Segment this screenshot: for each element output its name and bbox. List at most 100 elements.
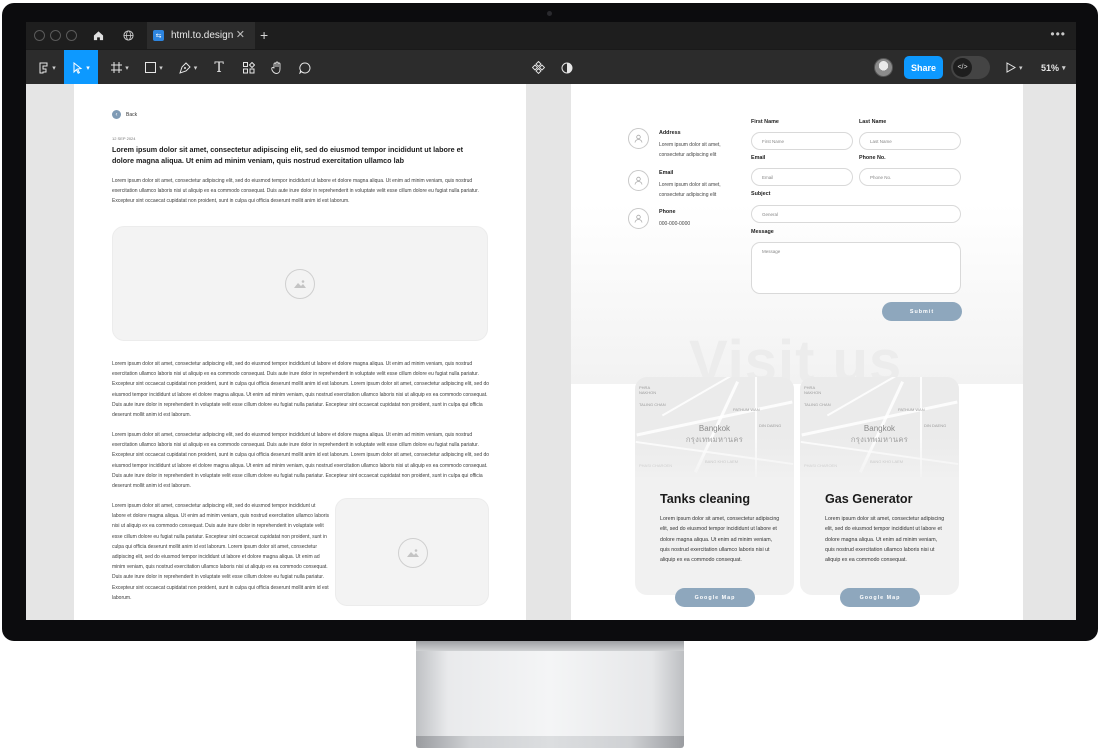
contrast-button[interactable] (556, 50, 578, 85)
stand-base (416, 736, 684, 748)
globe-icon (122, 30, 134, 41)
phone-text: 000-000-0000 (659, 221, 691, 227)
stand-hinge (416, 641, 684, 651)
map-label: TALING CHAN (804, 402, 831, 407)
components-icon (531, 61, 545, 74)
last-name-label: Last Name (859, 119, 887, 125)
monitor-bezel: ⇆ html.to.design ✕ + ••• ▾ ▾ ▾ ▾ ▾ T Sha… (2, 3, 1098, 641)
article-paragraph: Lorem ipsum dolor sit amet, consectetur … (112, 361, 490, 419)
first-name-label: First Name (751, 119, 779, 125)
screen: ⇆ html.to.design ✕ + ••• ▾ ▾ ▾ ▾ ▾ T Sha… (26, 22, 1076, 620)
toolbar: ▾ ▾ ▾ ▾ ▾ T Share </> ▾ 51% ▾ (26, 49, 1076, 85)
zoom-dropdown[interactable]: 51% ▾ (1041, 50, 1066, 85)
frame-icon (111, 62, 123, 73)
play-icon (1006, 62, 1016, 73)
plugin-icon: ⇆ (153, 30, 164, 41)
frame-tool-button[interactable]: ▾ (106, 50, 134, 85)
chevron-left-icon: ‹ (112, 110, 121, 119)
submit-button[interactable]: Submit (882, 302, 962, 321)
zoom-level: 51% (1041, 62, 1060, 73)
avatar[interactable] (874, 58, 893, 77)
user-icon (628, 128, 649, 149)
maximize-window-button[interactable] (66, 30, 77, 41)
email-field[interactable]: Email (751, 168, 853, 186)
map-label: PHRA NAKHON (804, 385, 822, 395)
location-card: PHRA NAKHON TALING CHAN PATHUM WAN DIN DA… (800, 377, 959, 595)
location-card: PHRA NAKHON TALING CHAN PATHUM WAN DIN DA… (635, 377, 794, 595)
present-button[interactable]: ▾ (1006, 50, 1023, 85)
pen-icon (178, 61, 191, 74)
comment-icon (299, 61, 311, 74)
title-bar: ⇆ html.to.design ✕ + ••• (26, 22, 1076, 49)
back-link[interactable]: ‹ Back (112, 110, 137, 119)
main-menu-icon (39, 62, 48, 73)
tab-html-to-design[interactable]: ⇆ html.to.design ✕ (147, 22, 255, 49)
pen-tool-button[interactable]: ▾ (174, 50, 202, 85)
code-icon: </> (953, 58, 972, 77)
article-paragraph: Lorem ipsum dolor sit amet, consectetur … (112, 503, 330, 601)
message-label: Message (751, 229, 774, 235)
email-label: Email (751, 155, 766, 161)
frame-blog-article[interactable]: ‹ Back 12 SEP 2024 Lorem ipsum dolor sit… (74, 84, 526, 620)
email-text: Lorem ipsum dolor sit amet, consectetur … (659, 182, 721, 198)
minimize-window-button[interactable] (50, 30, 61, 41)
text-tool-button[interactable]: T (208, 50, 230, 85)
new-tab-button[interactable]: + (260, 27, 268, 43)
design-canvas[interactable]: ‹ Back 12 SEP 2024 Lorem ipsum dolor sit… (26, 84, 1076, 620)
close-window-button[interactable] (34, 30, 45, 41)
phone-field[interactable]: Phone No. (859, 168, 961, 186)
home-button[interactable] (83, 22, 113, 49)
image-placeholder (335, 498, 489, 606)
dev-mode-toggle[interactable]: </> (951, 56, 990, 79)
community-button[interactable] (113, 22, 143, 49)
text-icon: T (214, 59, 224, 76)
card-text: Lorem ipsum dolor sit amet, consectetur … (660, 516, 780, 564)
components-button[interactable] (527, 50, 549, 85)
email-title: Email (659, 170, 674, 176)
google-map-button[interactable]: Google Map (675, 588, 755, 607)
subject-field[interactable]: General (751, 205, 961, 223)
article-paragraph: Lorem ipsum dolor sit amet, consectetur … (112, 432, 490, 490)
map-city: Bangkok (863, 424, 896, 433)
user-icon (628, 170, 649, 191)
shape-tool-button[interactable]: ▾ (140, 50, 168, 85)
article-date: 12 SEP 2024 (112, 136, 136, 141)
card-text: Lorem ipsum dolor sit amet, consectetur … (825, 516, 945, 564)
share-button[interactable]: Share (904, 56, 943, 79)
comment-tool-button[interactable] (294, 50, 316, 85)
subject-label: Subject (751, 191, 771, 197)
map-preview[interactable]: PHRA NAKHON TALING CHAN PATHUM WAN DIN DA… (635, 377, 794, 477)
message-field[interactable]: Message (751, 242, 961, 294)
image-icon (285, 269, 315, 299)
map-city: Bangkok (698, 424, 731, 433)
image-placeholder (112, 226, 488, 341)
article-paragraph: Lorem ipsum dolor sit amet, consectetur … (112, 178, 479, 205)
map-label: PHRA NAKHON (639, 385, 657, 395)
card-title: Gas Generator (825, 492, 913, 506)
tab-title: html.to.design (171, 30, 234, 41)
camera (547, 11, 552, 16)
hand-tool-button[interactable] (266, 50, 288, 85)
image-icon (398, 538, 428, 568)
move-tool-button[interactable]: ▾ (64, 50, 98, 85)
address-text: Lorem ipsum dolor sit amet, consectetur … (659, 142, 721, 158)
map-preview[interactable]: PHRA NAKHON TALING CHAN PATHUM WAN DIN DA… (800, 377, 959, 477)
last-name-field[interactable]: Last Name (859, 132, 961, 150)
hand-icon (271, 61, 281, 74)
frame-contact-page[interactable]: Address Lorem ipsum dolor sit amet, cons… (571, 84, 1023, 620)
resources-icon (243, 61, 255, 73)
map-label: PATHUM WAN (898, 407, 925, 412)
more-menu-icon[interactable]: ••• (1050, 27, 1066, 41)
tab-close-icon[interactable]: ✕ (236, 28, 245, 41)
home-icon (93, 31, 103, 41)
map-label: TALING CHAN (639, 402, 666, 407)
shape-icon (145, 62, 157, 73)
google-map-button[interactable]: Google Map (840, 588, 920, 607)
monitor-stand (416, 641, 684, 738)
move-icon (73, 61, 83, 74)
first-name-field[interactable]: First Name (751, 132, 853, 150)
resources-button[interactable] (238, 50, 260, 85)
map-label: PATHUM WAN (733, 407, 760, 412)
main-menu-button[interactable]: ▾ (32, 50, 62, 85)
user-icon (628, 208, 649, 229)
